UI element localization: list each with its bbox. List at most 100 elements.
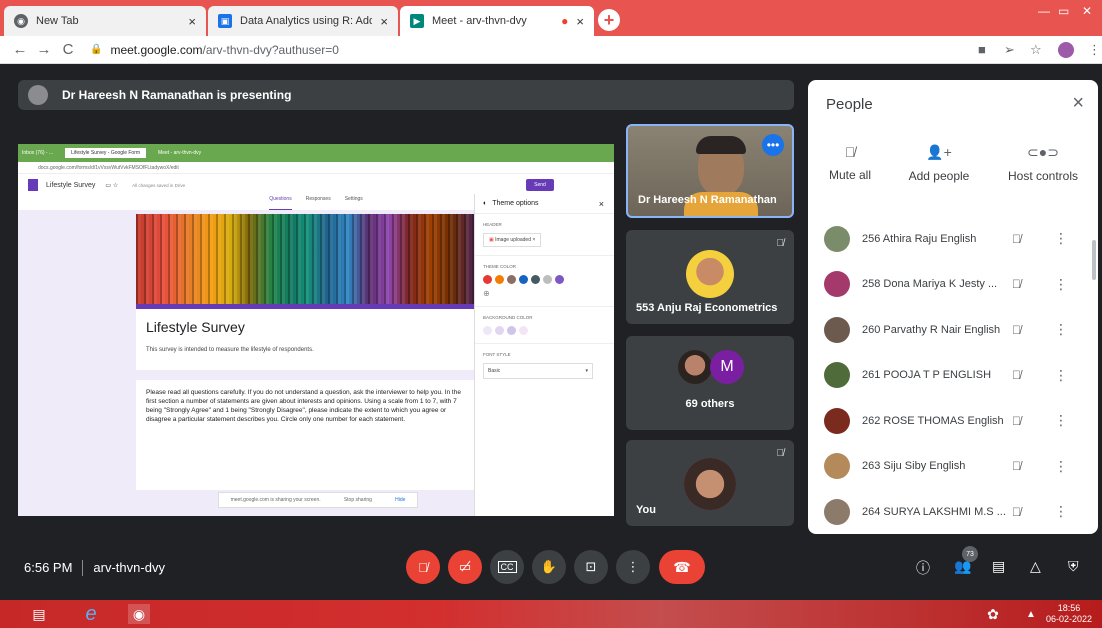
- more-options-button[interactable]: ⋮: [616, 550, 650, 584]
- tab-meet[interactable]: ▶ Meet - arv-thvn-dvy ● ×: [400, 6, 594, 36]
- theme-color-swatches: [483, 275, 606, 284]
- mic-off-icon: 🎙̸: [418, 559, 428, 575]
- meeting-info: 6:56 PM arv-thvn-dvy: [24, 560, 165, 576]
- tab-new-tab[interactable]: ◉ New Tab ×: [4, 6, 206, 36]
- more-vert-icon[interactable]: ⋮: [1054, 367, 1068, 384]
- internet-explorer-icon[interactable]: e: [80, 603, 102, 625]
- participant-row[interactable]: 264 SURYA LAKSHMI M.S ... 🎙̸ ⋮: [808, 489, 1098, 534]
- reload-icon[interactable]: C: [56, 41, 80, 58]
- activities-icon[interactable]: △: [1030, 558, 1041, 575]
- close-icon[interactable]: ×: [1072, 92, 1084, 115]
- back-icon[interactable]: ←: [8, 41, 32, 58]
- profile-avatar[interactable]: [1058, 42, 1074, 58]
- window-close-icon[interactable]: ✕: [1082, 4, 1092, 18]
- info-icon[interactable]: ⓘ: [916, 558, 930, 578]
- chat-icon[interactable]: ▤: [992, 558, 1005, 575]
- theme-header: ◐ Theme options ×: [475, 194, 614, 214]
- participant-row[interactable]: 262 ROSE THOMAS English 🎙̸ ⋮: [808, 398, 1098, 444]
- star-icon[interactable]: ☆: [1030, 42, 1042, 58]
- participant-row[interactable]: 260 Parvathy R Nair English 🎙̸ ⋮: [808, 307, 1098, 353]
- more-vert-icon[interactable]: ⋮: [1054, 230, 1068, 247]
- others-count: 69 others: [685, 398, 735, 410]
- control-label: Host controls: [1007, 169, 1079, 183]
- close-icon[interactable]: ×: [576, 14, 584, 29]
- self-tile[interactable]: 🎙̸ You: [626, 440, 794, 526]
- maximize-icon[interactable]: ▭: [1058, 4, 1069, 18]
- file-explorer-icon[interactable]: ▤: [28, 604, 50, 624]
- mic-off-icon[interactable]: 🎙̸: [1012, 505, 1021, 519]
- more-vert-icon[interactable]: ⋮: [1054, 412, 1068, 429]
- mic-off-icon[interactable]: 🎙̸: [1012, 459, 1021, 473]
- meet-controls-bar: 6:56 PM arv-thvn-dvy 🎙̸ ▭̸ CC ✋ ⊡ ⋮ ☎ ⓘ …: [0, 540, 1102, 600]
- participant-avatar: [824, 407, 850, 434]
- font-style-section: FONT STYLE Basic ▾: [475, 344, 614, 387]
- color-swatch: [483, 275, 492, 284]
- form-nav-item: Responses: [305, 196, 331, 202]
- send-icon[interactable]: ➢: [1004, 42, 1015, 58]
- more-vert-icon[interactable]: ⋮: [1054, 321, 1068, 338]
- more-vert-icon[interactable]: ⋮: [1054, 458, 1068, 475]
- captions-button[interactable]: CC: [490, 550, 524, 584]
- mic-off-icon[interactable]: 🎙̸: [1012, 323, 1021, 337]
- mic-off-icon[interactable]: 🎙̸: [1012, 414, 1021, 428]
- windows-taskbar: ▤ e ◉ ✿ ▲ 18:56 06-02-2022: [0, 600, 1102, 628]
- close-icon[interactable]: ×: [380, 14, 388, 29]
- present-button[interactable]: ⊡: [574, 550, 608, 584]
- host-controls-icon[interactable]: ⛨: [1068, 558, 1079, 575]
- camera-off-icon: ▭̸: [458, 559, 472, 574]
- more-options-button[interactable]: •••: [762, 134, 784, 156]
- participant-avatar: [824, 271, 850, 298]
- mic-off-icon[interactable]: 🎙̸: [1012, 232, 1021, 246]
- new-tab-button[interactable]: +: [598, 9, 620, 31]
- mic-off-icon[interactable]: 🎙̸: [1012, 368, 1021, 382]
- meet-icon: ▶: [410, 14, 424, 28]
- host-controls-button[interactable]: ⊂●⊃ Host controls: [1000, 144, 1086, 183]
- forward-icon[interactable]: →: [32, 41, 56, 58]
- tab-title: New Tab: [36, 15, 79, 27]
- theme-title: Theme options: [492, 200, 539, 207]
- mic-toggle-button[interactable]: 🎙̸: [406, 550, 440, 584]
- participant-row[interactable]: 258 Dona Mariya K Jesty ... 🎙̸ ⋮: [808, 262, 1098, 308]
- tab-data-analytics[interactable]: ▣ Data Analytics using R: Add on C ×: [208, 6, 398, 36]
- participant-name: 258 Dona Mariya K Jesty ...: [862, 278, 998, 291]
- user-tray-icon[interactable]: ✿: [982, 604, 1004, 624]
- mute-all-button[interactable]: 🎙̸ Mute all: [818, 144, 882, 182]
- participant-row[interactable]: 256 Athira Raju English 🎙̸ ⋮: [808, 216, 1098, 262]
- meeting-time: 6:56 PM: [24, 560, 73, 575]
- camera-toggle-button[interactable]: ▭̸: [448, 550, 482, 584]
- add-color-icon: ⊕: [483, 289, 490, 298]
- color-swatch: [555, 275, 564, 284]
- minimize-icon[interactable]: —: [1038, 4, 1050, 18]
- color-swatch: [543, 275, 552, 284]
- shared-screen[interactable]: Inbox (76) - ... Lifestyle Survey - Goog…: [18, 144, 614, 516]
- presenting-banner: Dr Hareesh N Ramanathan is presenting: [18, 80, 794, 110]
- add-people-button[interactable]: 👤+ Add people: [902, 144, 976, 183]
- stop-sharing-button: Stop sharing: [343, 497, 372, 503]
- scrollbar[interactable]: [1092, 240, 1096, 280]
- form-description: This survey is intended to measure the l…: [146, 347, 314, 353]
- mic-off-icon[interactable]: 🎙̸: [1012, 277, 1021, 291]
- tray-expand-icon[interactable]: ▲: [1020, 604, 1042, 624]
- more-vert-icon[interactable]: ⋮: [1054, 276, 1068, 293]
- camera-indicator-icon[interactable]: ■: [978, 42, 986, 57]
- more-vert-icon[interactable]: ⋮: [1054, 503, 1068, 520]
- menu-icon[interactable]: ⋮: [1088, 42, 1101, 58]
- palette-icon: ◐: [483, 200, 488, 207]
- url-field[interactable]: 🔒 meet.google.com /arv-thvn-dvy?authuser…: [90, 43, 339, 57]
- chrome-icon: ◉: [14, 14, 28, 28]
- participant-avatar: [824, 225, 850, 252]
- others-tile[interactable]: M 69 others: [626, 336, 794, 430]
- image-chip-label: Image uploaded: [495, 237, 531, 243]
- participant-tile[interactable]: 🎙̸ 553 Anju Raj Econometrics: [626, 230, 794, 324]
- image-icon: ▣: [489, 237, 494, 243]
- raise-hand-button[interactable]: ✋: [532, 550, 566, 584]
- participant-row[interactable]: 263 Siju Siby English 🎙̸ ⋮: [808, 444, 1098, 490]
- system-date: 06-02-2022: [1045, 614, 1092, 624]
- presenter-tile[interactable]: ••• Dr Hareesh N Ramanathan: [626, 124, 794, 218]
- leave-call-button[interactable]: ☎: [659, 550, 705, 584]
- participant-row[interactable]: 261 POOJA T P ENGLISH 🎙̸ ⋮: [808, 353, 1098, 399]
- close-icon[interactable]: ×: [188, 14, 196, 29]
- chrome-taskbar-icon[interactable]: ◉: [128, 604, 150, 624]
- participant-avatar: [686, 250, 734, 298]
- font-style-value: Basic: [488, 368, 501, 374]
